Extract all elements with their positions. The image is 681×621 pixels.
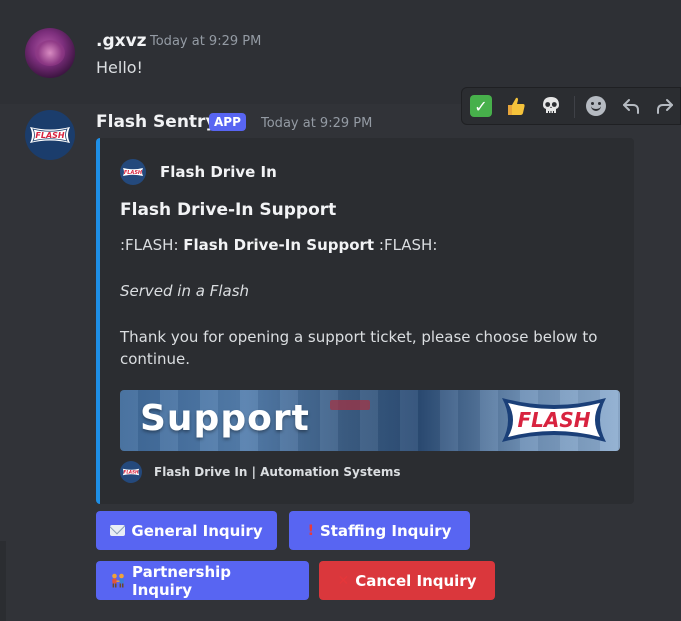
cross-mark-icon: ✕ (337, 572, 350, 589)
timestamp: Today at 9:29 PM (261, 116, 373, 131)
svg-text:FLASH: FLASH (517, 408, 590, 432)
embed: FLASH Flash Drive In Flash Drive-In Supp… (96, 138, 634, 504)
people-holding-hands-icon (110, 573, 126, 588)
message-content: Hello! (96, 58, 143, 77)
message-actions-toolbar: ✓ (461, 87, 681, 125)
embed-tagline: Served in a Flash (120, 282, 250, 300)
avatar[interactable] (25, 28, 75, 78)
svg-text:FLASH: FLASH (124, 170, 143, 176)
check-mark-emoji[interactable]: ✓ (464, 88, 498, 124)
embed-description: Thank you for opening a support ticket, … (120, 328, 598, 368)
forward-icon[interactable] (648, 88, 681, 124)
partnership-inquiry-button[interactable]: Partnership Inquiry (96, 561, 309, 600)
flash-badge-logo: FLASH (502, 398, 606, 442)
exclamation-icon: ! (307, 522, 314, 539)
toolbar-divider (574, 96, 575, 118)
general-inquiry-button[interactable]: General Inquiry (96, 511, 277, 550)
svg-text:FLASH: FLASH (124, 470, 139, 475)
skull-emoji[interactable] (534, 88, 568, 124)
emoji-code: :FLASH: (378, 236, 438, 254)
button-label: Cancel Inquiry (355, 571, 477, 590)
username[interactable]: .gxvz (96, 31, 147, 51)
embed-image[interactable]: Support FLASH (120, 390, 620, 451)
reply-icon[interactable] (614, 88, 648, 124)
embed-field-line: :FLASH: Flash Drive-In Support :FLASH: (120, 236, 437, 254)
thumbs-up-emoji[interactable] (499, 88, 533, 124)
footer-icon: FLASH (120, 461, 142, 483)
chat-view: .gxvz Today at 9:29 PM Hello! FLASH Flas… (0, 0, 681, 621)
cancel-inquiry-button[interactable]: ✕ Cancel Inquiry (319, 561, 495, 600)
scroll-edge (0, 541, 6, 621)
timestamp: Today at 9:29 PM (150, 34, 262, 49)
username[interactable]: Flash Sentry (96, 112, 217, 132)
author-icon: FLASH (120, 159, 146, 185)
add-reaction-icon[interactable] (579, 88, 613, 124)
embed-footer: FLASH Flash Drive In | Automation System… (120, 460, 401, 484)
app-tag: APP (209, 113, 246, 131)
envelope-icon (110, 525, 126, 536)
embed-author-name: Flash Drive In (160, 163, 277, 181)
embed-author[interactable]: FLASH Flash Drive In (120, 158, 277, 186)
embed-title: Flash Drive-In Support (120, 200, 337, 220)
staffing-inquiry-button[interactable]: ! Staffing Inquiry (289, 511, 470, 550)
button-label: Partnership Inquiry (132, 562, 232, 599)
button-label: Staffing Inquiry (319, 521, 452, 540)
embed-footer-text: Flash Drive In | Automation Systems (154, 465, 401, 479)
button-label: General Inquiry (131, 521, 263, 540)
flash-logo: FLASH (30, 127, 70, 143)
bold-text: Flash Drive-In Support (183, 236, 375, 254)
avatar[interactable]: FLASH (25, 110, 75, 160)
support-banner-text: Support (140, 398, 310, 439)
emoji-code: :FLASH: (120, 236, 179, 254)
svg-text:FLASH: FLASH (35, 131, 65, 140)
